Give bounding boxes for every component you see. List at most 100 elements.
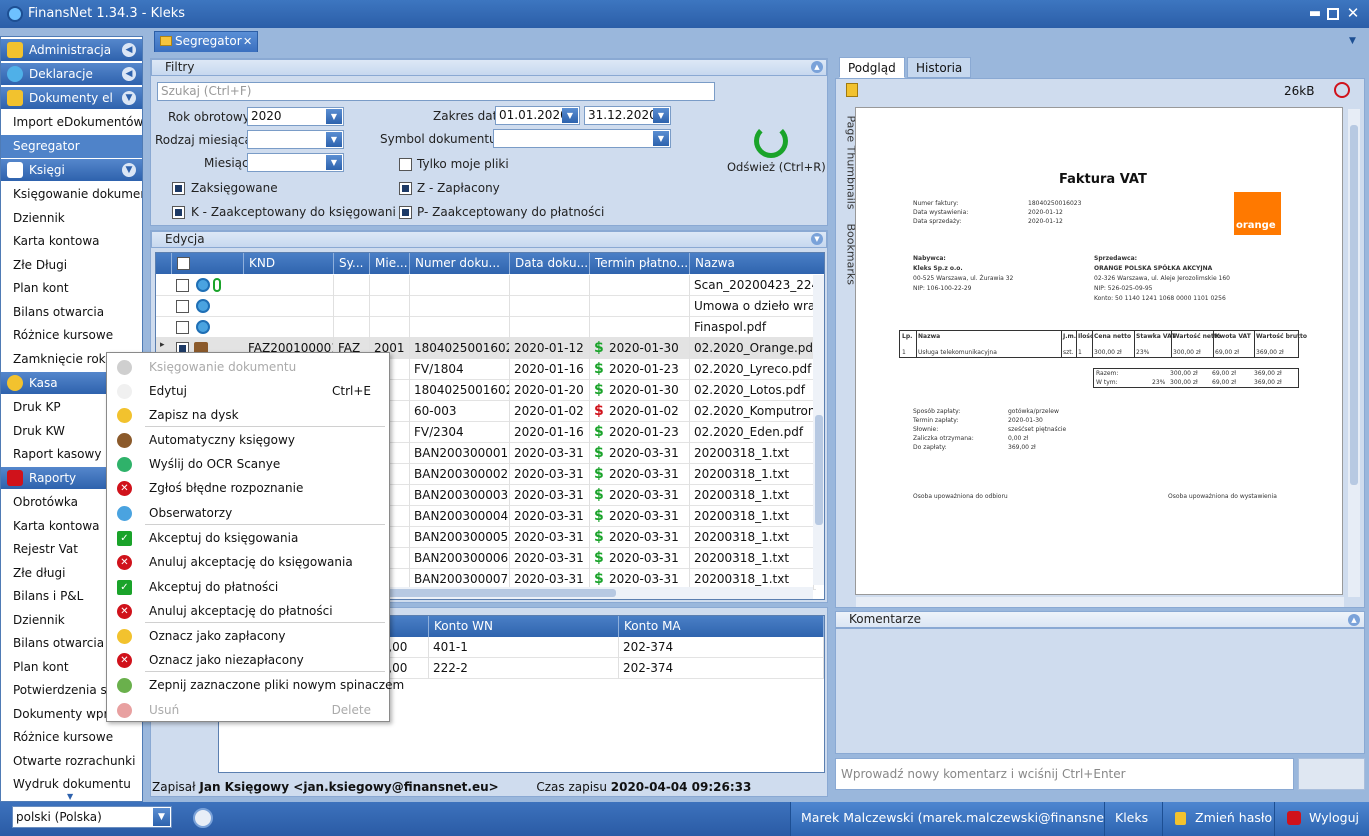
sidebar-item[interactable]: Różnice kursowe (1, 324, 142, 347)
row-checkbox[interactable] (176, 279, 189, 292)
col-nazwa[interactable]: Nazwa (690, 253, 824, 274)
tab-close-icon[interactable]: ✕ (243, 32, 252, 51)
sidebar-item-import[interactable]: Import eDokumentów (1, 111, 142, 134)
row-checkbox[interactable] (176, 321, 189, 334)
filters-header[interactable]: Filtry ▲ (151, 59, 827, 76)
sidebar-group-ksiegi[interactable]: Księgi ▼ (1, 159, 142, 181)
col-sy[interactable]: Sy... (334, 253, 370, 274)
row-checkbox[interactable] (176, 300, 189, 313)
col-knd[interactable]: KND (244, 253, 334, 274)
sidebar-item[interactable]: Różnice kursowe (1, 726, 142, 749)
scroll-thumb[interactable] (815, 415, 823, 525)
preview-scrollbar[interactable] (1348, 109, 1360, 597)
invoice-cell: Usługa telekomunikacyjna (918, 349, 997, 356)
payment-value: gotówka/przelew (1008, 408, 1059, 415)
table-row[interactable]: Scan_20200423_224... (156, 275, 816, 296)
col-konto-wn[interactable]: Konto WN (429, 616, 619, 637)
refresh-button[interactable]: Odśwież (Ctrl+R) (727, 160, 826, 174)
collapse-icon[interactable]: ▲ (1348, 614, 1360, 626)
date-from-input[interactable]: 01.01.2020 ▼ (495, 106, 580, 125)
sidebar-item[interactable]: Księgowanie dokumen (1, 183, 142, 206)
sidebar-group-dokumenty[interactable]: Dokumenty el ▼ (1, 87, 142, 109)
date-to-input[interactable]: 31.12.2020 ▼ (584, 106, 671, 125)
menu-item[interactable]: ✕ Anuluj akceptację do płatności (107, 599, 389, 623)
menu-item[interactable]: Edytuj Ctrl+E (107, 379, 389, 403)
sidebar-item[interactable]: Plan kont (1, 277, 142, 300)
sidebar-item[interactable]: Karta kontowa (1, 230, 142, 253)
language-select[interactable]: polski (Polska) ▼ (12, 806, 172, 828)
tab-historia[interactable]: Historia (907, 57, 972, 78)
rodzaj-select[interactable]: ▼ (247, 130, 344, 149)
zaksiegowane-checkbox[interactable] (172, 182, 185, 195)
col-mie[interactable]: Mie... (370, 253, 410, 274)
col-termin[interactable]: Termin płatno... (590, 253, 690, 274)
minimize-button[interactable]: ▬ (1308, 7, 1322, 20)
comment-input[interactable]: Wprowadź nowy komentarz i wciśnij Ctrl+E… (835, 758, 1294, 790)
tab-segregator[interactable]: Segregator ✕ (154, 31, 258, 52)
menu-item-label: Akceptuj do płatności (149, 580, 279, 594)
menu-item[interactable]: ✕ Anuluj akceptację do księgowania (107, 550, 389, 574)
scroll-thumb[interactable] (1350, 125, 1358, 485)
select-all-checkbox[interactable] (177, 257, 190, 270)
menu-item[interactable]: Zepnij zaznaczone pliki nowym spinaczem (107, 673, 404, 697)
p-checkbox[interactable] (399, 206, 412, 219)
collapse-icon[interactable]: ▲ (811, 61, 823, 73)
col-numer[interactable]: Numer doku... (410, 253, 510, 274)
menu-item[interactable]: ✕ Zgłoś błędne rozpoznanie (107, 476, 389, 500)
user-button[interactable]: Marek Malczewski (marek.malczewski@finan… (790, 802, 1133, 836)
miesiac-select[interactable]: ▼ (247, 153, 344, 172)
sidebar-item[interactable]: Złe Długi (1, 254, 142, 277)
tab-podglad[interactable]: Podgląd (839, 57, 905, 78)
menu-item[interactable]: ✓ Akceptuj do księgowania (107, 526, 389, 550)
menu-item[interactable]: Oznacz jako zapłacony (107, 624, 389, 648)
sidebar-item-segregator[interactable]: Segregator (1, 135, 142, 158)
dollar-icon: $ (594, 424, 604, 440)
search-input[interactable]: Szukaj (Ctrl+F) (157, 82, 715, 101)
cell-numer (410, 317, 510, 338)
change-password-button[interactable]: Zmień hasło (1162, 802, 1274, 836)
collapse-icon[interactable]: ▼ (811, 233, 823, 245)
pdf-icon[interactable] (1334, 82, 1350, 98)
sidebar-group-administracja[interactable]: Administracja ◀ (1, 39, 142, 61)
maximize-button[interactable] (1327, 8, 1339, 20)
menu-item[interactable]: Obserwatorzy (107, 501, 389, 525)
send-comment-button[interactable] (1298, 758, 1365, 790)
payment-label: Do zapłaty: (913, 444, 947, 451)
select-all-header[interactable] (172, 253, 244, 274)
save-icon[interactable] (846, 83, 858, 97)
table-row[interactable]: Umowa o dzieło wra... (156, 296, 816, 317)
observer-icon[interactable] (193, 808, 213, 828)
scroll-down-icon[interactable]: ▼ (67, 792, 73, 801)
tab-menu-chevron-icon[interactable]: ▼ (1349, 36, 1356, 46)
menu-item[interactable]: Automatyczny księgowy (107, 428, 389, 452)
col-data[interactable]: Data doku... (510, 253, 590, 274)
edycja-header[interactable]: Edycja ▼ (151, 231, 827, 248)
logout-button[interactable]: Wyloguj (1274, 802, 1369, 836)
comments-header[interactable]: Komentarze ▲ (835, 611, 1365, 628)
preview-hscrollbar[interactable] (856, 597, 1344, 607)
table-row[interactable]: Finaspol.pdf (156, 317, 816, 338)
sidebar-item[interactable]: Otwarte rozrachunki (1, 750, 142, 773)
invoice-summary: Razem: W tym: 23% 300,00 zł 300,00 zł 69,00 z… (1093, 368, 1299, 388)
k-checkbox[interactable] (172, 206, 185, 219)
tylko-checkbox[interactable] (399, 158, 412, 171)
sidebar-item[interactable]: Dziennik (1, 207, 142, 230)
sidebar-group-deklaracje[interactable]: Deklaracje ◀ (1, 63, 142, 85)
ocr-scan-icon (117, 457, 132, 472)
z-checkbox[interactable] (399, 182, 412, 195)
sidebar-item[interactable]: Bilans otwarcia (1, 301, 142, 324)
shield-icon (7, 42, 23, 58)
menu-item[interactable]: Wyślij do OCR Scanye (107, 452, 389, 476)
rok-select[interactable]: 2020 ▼ (247, 107, 344, 126)
dollar-icon: $ (594, 403, 604, 419)
menu-item[interactable]: ✓ Akceptuj do płatności (107, 575, 389, 599)
col-konto-ma[interactable]: Konto MA (619, 616, 824, 637)
vertical-scrollbar[interactable] (813, 275, 824, 585)
menu-item[interactable]: ✕ Oznacz jako niezapłacony (107, 648, 389, 672)
refresh-icon[interactable] (754, 124, 788, 158)
sprzedawca-label: Sprzedawca: (1094, 255, 1138, 262)
symbol-select[interactable]: ▼ (493, 129, 671, 148)
close-button[interactable]: ✕ (1346, 6, 1360, 21)
company-button[interactable]: Kleks (1104, 802, 1162, 836)
menu-item[interactable]: Zapisz na dysk (107, 403, 389, 427)
